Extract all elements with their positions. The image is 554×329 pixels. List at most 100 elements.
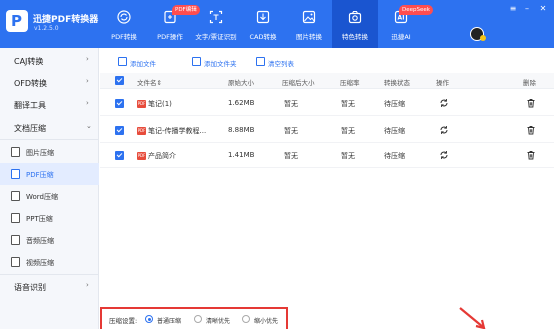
clear-list-icon [256, 57, 265, 66]
image-icon [302, 10, 316, 24]
compress-rate: 暂无 [341, 127, 355, 135]
chevron-down-icon: ⌄ [86, 122, 92, 130]
radio-clarity-label[interactable]: 清晰优先 [206, 316, 230, 325]
sidebar-item-label: 视频压缩 [26, 259, 54, 267]
category-label: 翻译工具 [14, 101, 46, 110]
original-size: 1.41MB [228, 151, 255, 159]
sidebar-item-audio-compress[interactable]: 音频压缩 [0, 229, 99, 251]
annotation-arrow-icon [459, 307, 486, 329]
sidebar-item-image-compress[interactable]: 图片压缩 [0, 141, 99, 163]
menu-icon[interactable]: ≡ [508, 4, 518, 14]
sort-icon[interactable]: ⇕ [157, 79, 162, 87]
sidebar-category-speech[interactable]: 语音识别 › [0, 276, 99, 298]
chevron-right-icon: › [86, 99, 89, 107]
table-row: PDF 笔记-传播学教程... 8.88MB 暂无 暂无 待压缩 [100, 117, 554, 143]
deepseek-badge: DeepSeek [399, 5, 433, 15]
pdf-file-icon: PDF [137, 100, 146, 108]
audio-icon [11, 235, 20, 245]
scan-text-icon [209, 10, 223, 24]
original-size: 8.88MB [228, 126, 255, 134]
column-compressed-size: 压缩后大小 [282, 79, 315, 87]
status: 待压缩 [384, 100, 405, 108]
select-all-checkbox[interactable] [115, 76, 124, 85]
compress-rate: 暂无 [341, 100, 355, 108]
compressed-size: 暂无 [284, 127, 298, 135]
convert-icon[interactable] [439, 125, 449, 135]
trash-icon[interactable] [526, 150, 536, 160]
radio-size[interactable] [242, 315, 250, 323]
radio-normal-label[interactable]: 普通压缩 [157, 316, 181, 325]
word-icon [11, 191, 20, 201]
sidebar-item-ppt-compress[interactable]: PPT压缩 [0, 207, 99, 229]
pdf-file-icon: PDF [137, 127, 146, 135]
sidebar-category-caj[interactable]: CAJ转换 › [0, 50, 99, 72]
sidebar-category-ofd[interactable]: OFD转换 › [0, 72, 99, 94]
file-name: 笔记(1) [148, 100, 172, 108]
table-row: PDF 笔记(1) 1.62MB 暂无 暂无 待压缩 [100, 90, 554, 116]
category-label: 文档压缩 [14, 124, 46, 133]
chevron-right-icon: › [86, 281, 89, 289]
trash-icon[interactable] [526, 125, 536, 135]
file-name: 产品简介 [148, 152, 176, 160]
top-bar: P 迅捷PDF转换器 v1.2.5.0 PDF转换 PDF操作 PDF编辑 文字… [0, 0, 554, 48]
column-operation: 操作 [436, 79, 449, 87]
original-size: 1.62MB [228, 99, 255, 107]
sidebar-item-label: 音频压缩 [26, 237, 54, 245]
ppt-icon [11, 213, 20, 223]
radio-clarity[interactable] [194, 315, 202, 323]
status: 待压缩 [384, 127, 405, 135]
sidebar-item-label: Word压缩 [26, 193, 58, 201]
table-row: PDF 产品简介 1.41MB 暂无 暂无 待压缩 [100, 142, 554, 168]
add-folder-label: 添加文件夹 [204, 60, 237, 68]
add-folder-icon [192, 57, 201, 66]
sidebar-item-word-compress[interactable]: Word压缩 [0, 185, 99, 207]
compressed-size: 暂无 [284, 100, 298, 108]
sidebar: CAJ转换 › OFD转换 › 翻译工具 › 文档压缩 ⌄ 图片压缩 PDF压缩… [0, 48, 99, 329]
sidebar-item-label: 图片压缩 [26, 149, 54, 157]
vip-dot-icon [480, 35, 486, 41]
sidebar-item-pdf-compress[interactable]: PDF压缩 [0, 163, 99, 185]
sidebar-item-label: PPT压缩 [26, 215, 53, 223]
pdf-file-icon: PDF [137, 152, 146, 160]
app-version: v1.2.5.0 [34, 25, 59, 32]
nav-ocr[interactable]: 文字/票证识别 [193, 0, 239, 48]
image-icon [11, 147, 20, 157]
nav-label: 迅捷AI [391, 33, 411, 41]
sidebar-item-label: PDF压缩 [26, 171, 54, 179]
radio-normal[interactable] [145, 315, 153, 323]
refresh-icon [117, 10, 131, 24]
close-icon[interactable]: ✕ [538, 4, 548, 14]
category-label: 语音识别 [14, 283, 46, 292]
column-rate: 压缩率 [340, 79, 360, 87]
column-delete: 删除 [523, 79, 536, 87]
row-checkbox[interactable] [115, 126, 124, 135]
divider [0, 274, 99, 275]
column-status: 转换状态 [384, 79, 410, 87]
column-filename[interactable]: 文件名⇕ [137, 77, 162, 87]
row-checkbox[interactable] [115, 99, 124, 108]
pdf-icon [11, 169, 20, 179]
chevron-right-icon: › [86, 55, 89, 63]
column-original-size: 原始大小 [228, 79, 254, 87]
compressed-size: 暂无 [284, 152, 298, 160]
convert-icon[interactable] [439, 150, 449, 160]
sidebar-item-video-compress[interactable]: 视频压缩 [0, 251, 99, 273]
compress-settings-label: 压缩设置: [109, 317, 138, 325]
chevron-right-icon: › [86, 77, 89, 85]
trash-icon[interactable] [526, 98, 536, 108]
table-header: 文件名⇕ 原始大小 压缩后大小 压缩率 转换状态 操作 删除 [100, 73, 554, 89]
divider [0, 139, 99, 140]
compress-settings-panel: 压缩设置: 普通压缩 清晰优先 缩小优先 [100, 307, 288, 329]
category-label: CAJ转换 [14, 57, 44, 66]
category-label: OFD转换 [14, 79, 48, 88]
add-file-icon [118, 57, 127, 66]
camera-icon [348, 10, 362, 24]
app-name: 迅捷PDF转换器 [33, 15, 99, 25]
minimize-icon[interactable]: – [522, 4, 532, 14]
radio-size-label[interactable]: 缩小优先 [254, 316, 278, 325]
row-checkbox[interactable] [115, 151, 124, 160]
status: 待压缩 [384, 152, 405, 160]
sidebar-category-translate[interactable]: 翻译工具 › [0, 94, 99, 116]
convert-icon[interactable] [439, 98, 449, 108]
sidebar-category-compress[interactable]: 文档压缩 ⌄ [0, 117, 99, 139]
